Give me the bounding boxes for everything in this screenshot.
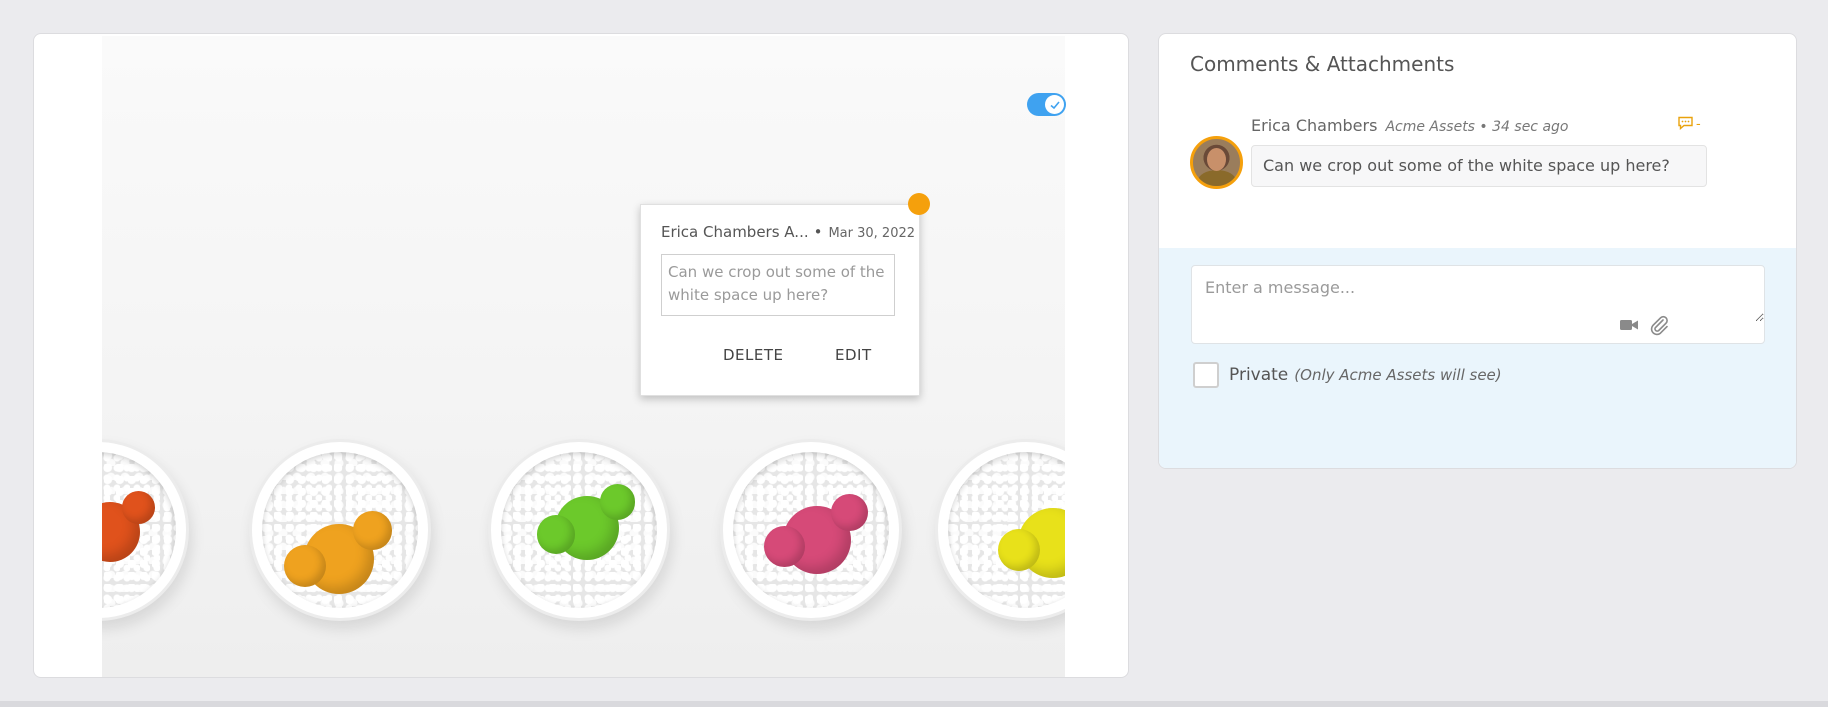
comment-author: Erica Chambers — [1251, 116, 1378, 135]
comments-card: Comments & Attachments Erica Chambers Acm… — [1158, 33, 1797, 469]
annotation-separator: • — [813, 223, 823, 241]
bottom-strip — [0, 701, 1828, 707]
private-label: Private — [1229, 365, 1289, 385]
edit-button[interactable]: EDIT — [835, 346, 872, 364]
annotation-marker[interactable] — [908, 193, 930, 215]
private-row: Private (Only Acme Assets will see) — [1193, 362, 1502, 388]
reply-count: - — [1696, 117, 1701, 132]
pot-green — [488, 439, 670, 621]
annotation-text[interactable]: Can we crop out some of the white space … — [661, 254, 895, 316]
pot-pink — [720, 439, 902, 621]
comments-title: Comments & Attachments — [1190, 52, 1455, 76]
comment-org-time: Acme Assets • 34 sec ago — [1385, 119, 1569, 135]
annotation-header: Erica Chambers A... • Mar 30, 2022 — [661, 223, 916, 241]
pot-yellow — [935, 439, 1065, 621]
annotation-popup: Erica Chambers A... • Mar 30, 2022 Can we … — [640, 204, 920, 396]
comment-bubble: Can we crop out some of the white space … — [1251, 145, 1707, 187]
private-note: (Only Acme Assets will see) — [1294, 366, 1502, 384]
check-icon — [1049, 100, 1060, 109]
annotation-author: Erica Chambers A... — [661, 223, 809, 241]
annotations-toggle[interactable] — [1027, 93, 1066, 116]
comment-meta: Erica Chambers Acme Assets • 34 sec ago — [1251, 116, 1568, 135]
message-box — [1191, 265, 1765, 344]
image-viewer-card: Erica Chambers A... • Mar 30, 2022 Can we … — [33, 33, 1129, 678]
message-input[interactable] — [1192, 266, 1764, 322]
video-button[interactable] — [1619, 314, 1643, 336]
comment-reply-button[interactable]: - — [1677, 114, 1701, 132]
video-icon — [1620, 320, 1638, 330]
annotation-date: Mar 30, 2022 — [828, 226, 916, 241]
attach-button[interactable] — [1648, 314, 1672, 336]
paperclip-icon — [1650, 315, 1668, 336]
avatar — [1190, 136, 1243, 189]
private-checkbox[interactable] — [1193, 362, 1219, 388]
image-canvas[interactable] — [102, 36, 1065, 677]
pot-orange — [249, 439, 431, 621]
compose-area: Private (Only Acme Assets will see) — [1159, 248, 1796, 468]
comment-icon — [1678, 116, 1693, 131]
pot-orange-red — [102, 439, 189, 621]
delete-button[interactable]: DELETE — [723, 346, 784, 364]
toggle-knob — [1045, 95, 1064, 114]
